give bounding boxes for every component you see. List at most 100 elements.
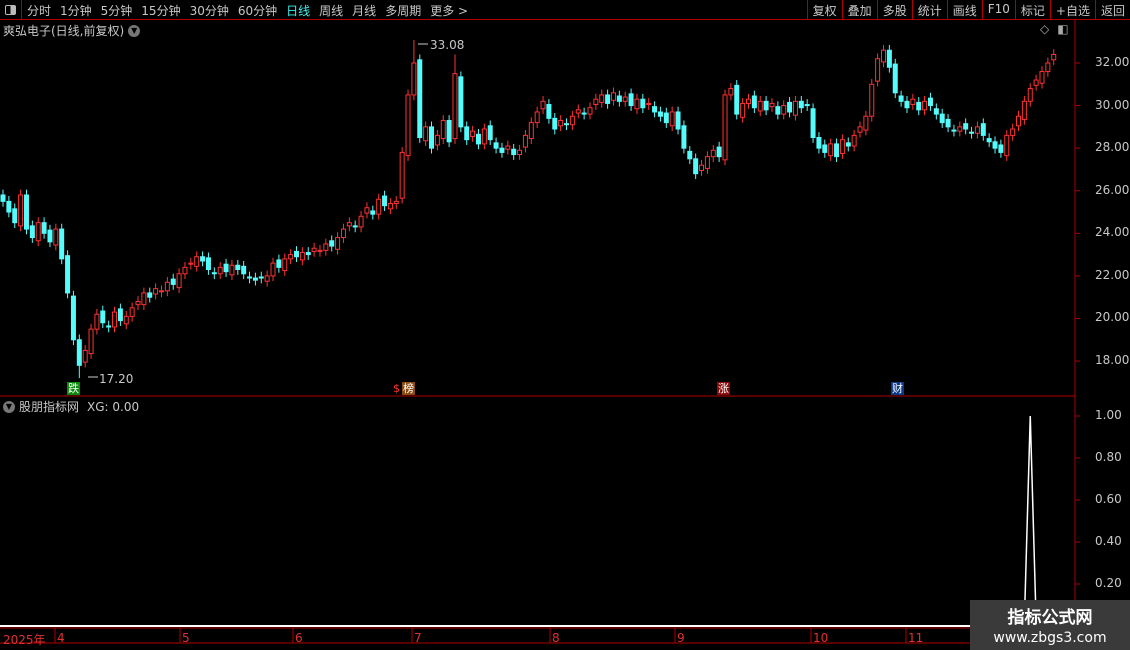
candle-body (329, 240, 335, 247)
candle-body (299, 251, 305, 261)
candle-body (710, 149, 716, 158)
indicator-title: ▼ 股朋指标网 XG: 0.00 (3, 398, 139, 415)
candle-body (763, 100, 769, 111)
price-tick: 32.00 (1095, 55, 1130, 69)
candle-body (969, 131, 975, 134)
watermark-name: 指标公式网 (1007, 608, 1093, 628)
candle-body (804, 104, 810, 107)
candle-body (158, 290, 164, 293)
candle-body (370, 210, 376, 215)
candle-body (358, 215, 364, 228)
kline-chart[interactable] (0, 0, 1130, 650)
candle-body (12, 208, 18, 224)
candle-body (775, 106, 781, 115)
candle-body (628, 93, 634, 107)
candle-body (687, 150, 693, 160)
candle-body (669, 111, 675, 127)
candle-body (475, 133, 481, 145)
candle-body (252, 277, 258, 281)
candle-body (0, 194, 6, 202)
candle-body (1051, 53, 1057, 61)
candle-body (200, 256, 206, 262)
candle-body (605, 94, 611, 104)
date-label: 2025年 (3, 633, 46, 647)
indicator-tick: 0.60 (1095, 492, 1122, 506)
candle-body (728, 88, 734, 96)
candle-body (1010, 128, 1016, 136)
candle-body (745, 98, 751, 104)
candle-body (335, 237, 341, 250)
candle-body (716, 146, 722, 158)
candle-body (722, 94, 728, 161)
candle-body (769, 102, 775, 108)
indicator-tick: 0.80 (1095, 450, 1122, 464)
candle-body (247, 276, 253, 279)
candle-body (41, 222, 47, 234)
price-tick: 22.00 (1095, 267, 1130, 282)
candle-body (610, 92, 616, 101)
candle-body (147, 292, 153, 298)
candle-body (652, 106, 658, 113)
event-marker[interactable]: 跌 (67, 382, 80, 395)
candle-body (376, 198, 382, 215)
date-label: 5 (182, 631, 190, 645)
price-tick: 24.00 (1095, 225, 1130, 240)
candle-body (217, 266, 223, 275)
candle-body (863, 115, 869, 131)
indicator-tick: 0.40 (1095, 534, 1122, 548)
candle-body (593, 98, 599, 106)
candle-body (270, 262, 276, 277)
event-marker[interactable]: $ (392, 382, 401, 395)
event-marker[interactable]: 榜 (402, 382, 415, 395)
candle-body (18, 194, 24, 227)
candle-body (534, 111, 540, 124)
candle-body (182, 266, 188, 275)
candle-body (440, 119, 446, 140)
candle-body (205, 257, 211, 271)
candle-body (781, 105, 787, 115)
candle-body (387, 203, 393, 210)
candle-body (828, 143, 834, 157)
candle-body (164, 281, 170, 292)
candle-body (681, 125, 687, 149)
candle-body (734, 84, 740, 115)
candle-body (657, 111, 663, 117)
candle-body (575, 109, 581, 114)
candle-body (382, 195, 388, 207)
event-marker[interactable]: 涨 (717, 382, 730, 395)
candle-body (881, 49, 886, 63)
candle-body (540, 100, 546, 110)
candle-body (822, 144, 828, 153)
candle-body (699, 164, 705, 172)
candle-body (258, 276, 264, 279)
candle-body (6, 200, 12, 213)
candle-body (364, 207, 370, 214)
candle-body (998, 144, 1004, 153)
candle-body (346, 222, 352, 227)
candle-body (323, 243, 329, 251)
date-label: 4 (57, 631, 65, 645)
indicator-tick: 1.00 (1095, 408, 1122, 422)
candle-body (599, 94, 605, 103)
candle-body (82, 349, 88, 363)
candle-body (951, 129, 957, 132)
date-label: 9 (677, 631, 685, 645)
candle-body (916, 101, 922, 111)
candle-body (834, 143, 840, 158)
candle-body (616, 95, 622, 102)
indicator-name: 股朋指标网 (19, 400, 80, 414)
low-price-label: 17.20 (99, 372, 134, 386)
candle-body (886, 49, 892, 68)
candle-body (1021, 100, 1027, 120)
candle-body (59, 228, 65, 260)
candle-body (499, 147, 505, 153)
candle-body (94, 313, 100, 330)
candle-body (481, 128, 487, 145)
event-marker[interactable]: 财 (891, 382, 904, 395)
candle-body (857, 126, 863, 133)
candle-body (910, 98, 916, 106)
date-label: 11 (908, 631, 924, 645)
chevron-down-icon[interactable]: ▼ (3, 400, 15, 413)
date-label: 8 (552, 631, 560, 645)
candle-body (399, 151, 405, 199)
